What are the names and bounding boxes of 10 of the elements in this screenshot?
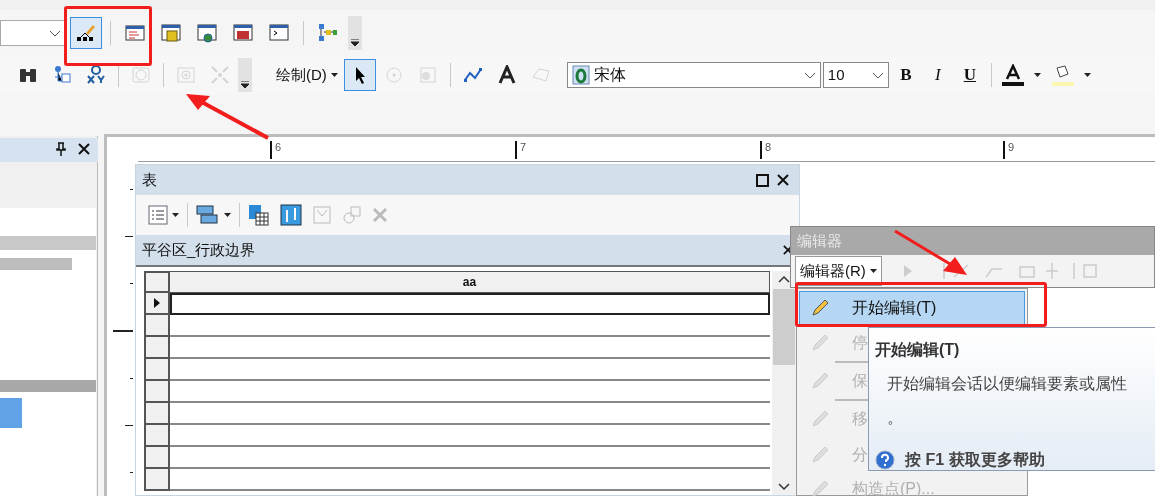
help-hint: 按 F1 获取更多帮助 <box>905 450 1045 470</box>
ruler-label: 9 <box>1003 141 1015 159</box>
tooltip-title: 开始编辑(T) <box>875 340 961 360</box>
ruler-label: 6 <box>270 141 282 159</box>
window-title: 编辑器 <box>796 231 843 251</box>
tooltip-text: 。 <box>886 408 904 428</box>
window-title: 表 <box>142 169 158 190</box>
ruler-label: 8 <box>760 141 772 159</box>
tooltip-text: 开始编辑会话以便编辑要素或属性 <box>886 374 1128 394</box>
ruler-label: 7 <box>515 141 527 159</box>
